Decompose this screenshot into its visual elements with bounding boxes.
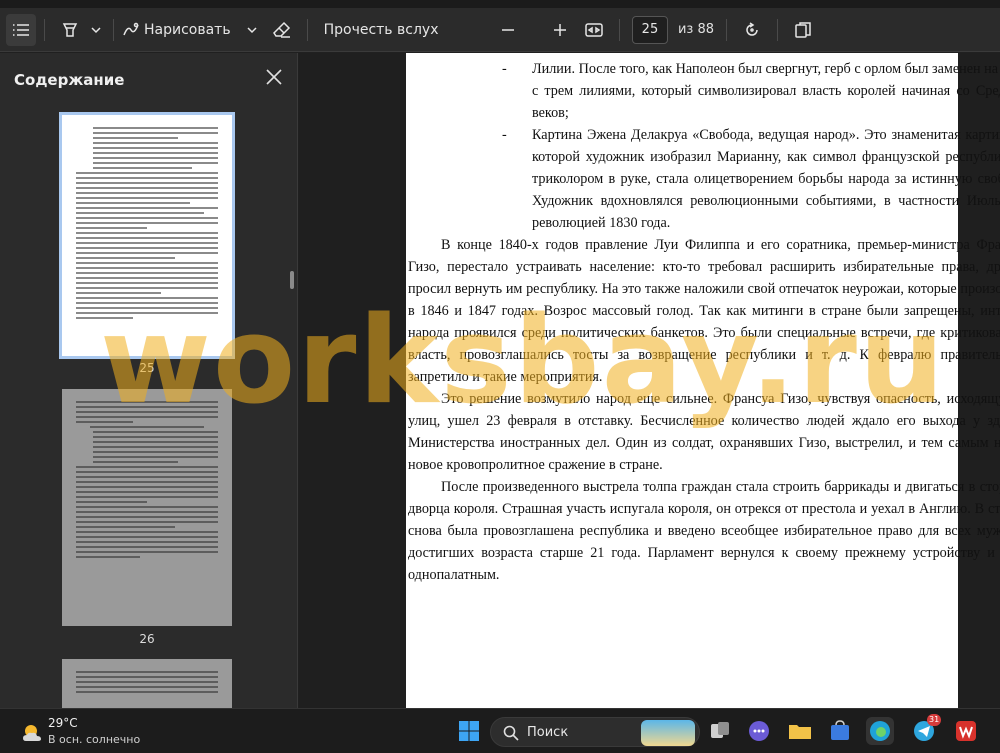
toc-toggle-button[interactable] (6, 13, 36, 46)
sidebar-close-button[interactable] (264, 67, 284, 87)
page-thumbnail-26[interactable] (62, 389, 232, 626)
notification-badge: 31 (927, 714, 942, 726)
pen-draw-icon (123, 22, 139, 35)
pdf-page: - Лилии. После того, как Наполеон был св… (406, 53, 1000, 708)
toolbar-separator (44, 18, 45, 41)
office-app-button[interactable] (952, 717, 980, 745)
bullet-dash: - (502, 61, 507, 77)
rotate-button[interactable] (735, 14, 769, 46)
edge-browser-button[interactable] (866, 717, 894, 745)
two-page-icon (795, 21, 811, 38)
rotate-icon (746, 21, 758, 36)
sun-cloud-icon[interactable] (20, 722, 42, 744)
task-view-icon (711, 722, 729, 738)
list-item: - Лилии. После того, как Наполеон был св… (502, 58, 1000, 124)
thumbnail-text-lines (76, 401, 218, 561)
page-thumbnail-25[interactable] (59, 112, 235, 359)
thumbnail-text-lines (76, 127, 218, 322)
folder-icon (789, 725, 811, 739)
search-icon (503, 725, 519, 741)
zoom-out-button[interactable] (491, 14, 525, 46)
chat-app-button[interactable] (745, 717, 773, 745)
start-button[interactable] (455, 717, 483, 745)
paragraph: В конце 1840-х годов правление Луи Филип… (408, 237, 1000, 385)
draw-dropdown[interactable] (239, 14, 265, 46)
store-button[interactable] (826, 717, 854, 745)
toolbar-separator (618, 18, 620, 41)
page-text: - Лилии. После того, как Наполеон был св… (408, 58, 1000, 586)
page-total-label: из 88 (677, 22, 714, 37)
edge-icon (870, 721, 890, 741)
pdf-toolbar: Нарисовать Прочесть вслух 25 из 88 (0, 8, 1000, 52)
search-highlight-image (641, 720, 695, 746)
read-aloud-button[interactable]: Прочесть вслух (316, 14, 447, 46)
minus-icon (501, 28, 514, 31)
toolbar-separator (726, 18, 727, 41)
bullet-text: Картина Эжена Делакруа «Свобода, ведущая… (532, 127, 1000, 231)
fit-width-icon (585, 22, 603, 37)
close-icon (266, 69, 282, 85)
bullet-dash: - (502, 127, 507, 143)
weather-temperature[interactable]: 29°C (48, 716, 78, 730)
toolbar-separator (113, 18, 114, 41)
document-view: - Лилии. После того, как Наполеон был св… (299, 53, 1000, 708)
draw-button[interactable]: Нарисовать (122, 14, 231, 46)
sidebar-title: Содержание (14, 71, 125, 89)
file-explorer-button[interactable] (786, 717, 814, 745)
highlight-dropdown[interactable] (87, 14, 105, 46)
weather-description[interactable]: В осн. солнечно (48, 733, 140, 746)
page-view-button[interactable] (786, 14, 820, 46)
chevron-down-icon (247, 26, 257, 33)
thumbnail-page-number: 25 (139, 361, 155, 375)
taskbar-search[interactable]: Поиск (490, 717, 700, 747)
toolbar-separator (777, 18, 778, 41)
plus-icon (553, 23, 566, 36)
list-icon (13, 23, 29, 36)
highlight-button[interactable] (53, 14, 87, 46)
page-thumbnail-27[interactable] (62, 659, 232, 708)
sidebar-scrollbar[interactable] (290, 271, 294, 289)
toolbar-separator (306, 18, 308, 41)
highlighter-icon (62, 22, 78, 37)
page-number-input[interactable]: 25 (631, 15, 668, 44)
search-label: Поиск (527, 725, 569, 740)
bullet-text: Лилии. После того, как Наполеон был свер… (532, 61, 1000, 121)
browser-titlebar (0, 0, 1000, 8)
windows-logo-icon (459, 721, 479, 741)
chevron-down-icon (91, 26, 101, 33)
windows-taskbar: 29°C В осн. солнечно Поиск 31 (0, 708, 1000, 753)
wps-office-icon (956, 721, 976, 741)
eraser-icon (272, 21, 290, 38)
chat-icon (749, 721, 769, 741)
zoom-in-button[interactable] (543, 14, 577, 46)
store-icon (831, 720, 849, 740)
thumbnail-text-lines (76, 671, 218, 696)
paragraph: Это решение возмутило народ еще сильнее.… (408, 391, 1000, 473)
task-view-button[interactable] (706, 717, 734, 745)
thumbnail-page-number: 26 (139, 632, 155, 646)
eraser-button[interactable] (265, 14, 299, 46)
draw-label: Нарисовать (144, 21, 231, 38)
fit-page-button[interactable] (577, 14, 611, 46)
list-item: - Картина Эжена Делакруа «Свобода, ведущ… (502, 124, 1000, 234)
paragraph: После произведенного выстрела толпа граж… (408, 479, 1000, 583)
contents-sidebar: Содержание 25 26 (0, 53, 298, 708)
